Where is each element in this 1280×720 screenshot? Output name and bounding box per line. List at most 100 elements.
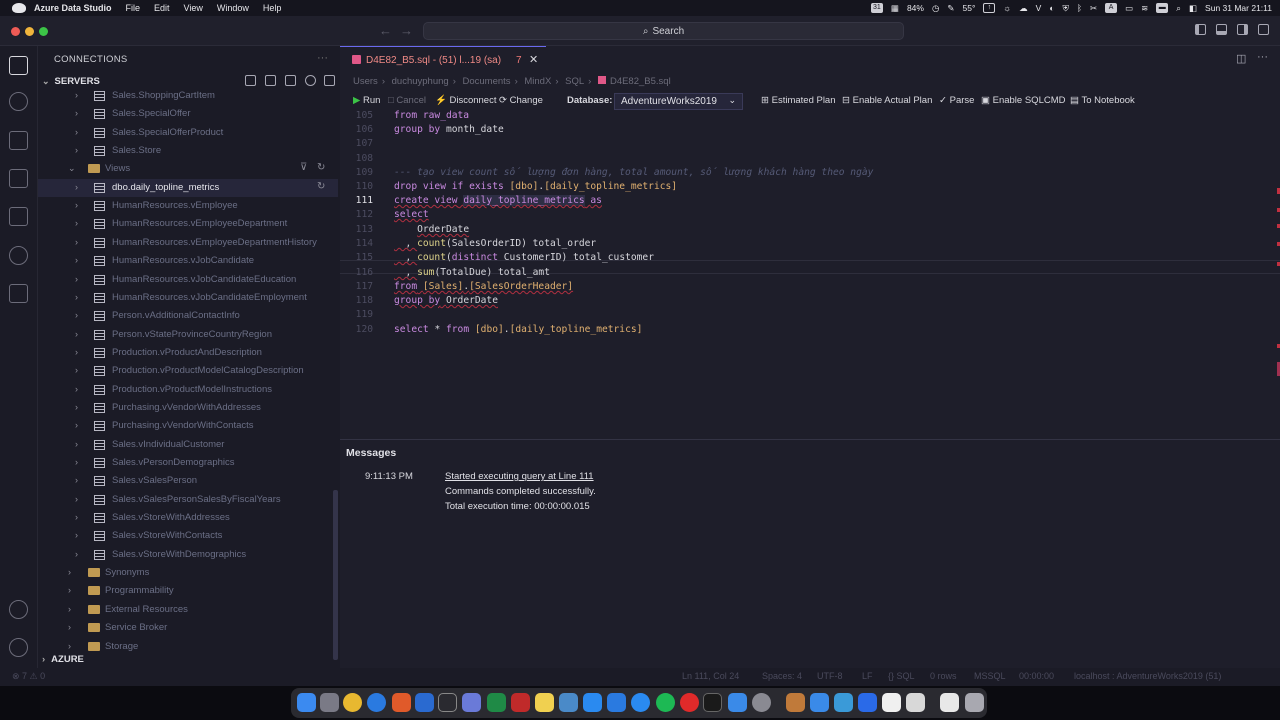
breadcrumb-item[interactable]: D4E82_B5.sql xyxy=(610,76,671,87)
apple-icon[interactable] xyxy=(12,3,26,13)
chevron-right-icon[interactable]: › xyxy=(75,494,78,504)
toggle-sidebar-icon[interactable] xyxy=(1195,24,1206,35)
enable-sqlcmd-button[interactable]: ▣ Enable SQLCMD xyxy=(981,95,1066,106)
filter-icon[interactable]: ⊽ xyxy=(300,162,307,173)
chevron-right-icon[interactable]: › xyxy=(75,530,78,540)
chevron-right-icon[interactable]: › xyxy=(75,90,78,100)
cancel-button[interactable]: □ Cancel xyxy=(388,95,426,106)
tree-item-view[interactable]: › Sales.vStoreWithDemographics xyxy=(38,546,338,564)
search-icon[interactable]: ⌕ xyxy=(1176,3,1181,14)
tree-item-view[interactable]: › HumanResources.vEmployeeDepartment xyxy=(38,215,338,233)
tree-item-view[interactable]: › HumanResources.vJobCandidateEmployment xyxy=(38,289,338,307)
azure-section-header[interactable]: › AZURE xyxy=(42,654,84,665)
excel-icon[interactable] xyxy=(487,693,506,712)
tree-item-folder[interactable]: › External Resources xyxy=(38,601,338,619)
cursor-position[interactable]: Ln 111, Col 24 xyxy=(682,671,739,681)
translate-icon[interactable] xyxy=(728,693,747,712)
menu-file[interactable]: File xyxy=(126,3,141,13)
tree-item-views-folder[interactable]: ⌄ Views ⊽ ↻ xyxy=(38,160,338,178)
chevron-right-icon[interactable]: › xyxy=(75,402,78,412)
editor-more-icon[interactable]: ··· xyxy=(1257,51,1268,63)
command-search[interactable]: ⌕ Search xyxy=(423,22,904,40)
breadcrumb-item[interactable]: Users xyxy=(353,76,378,87)
new-query-icon[interactable] xyxy=(265,75,276,86)
enable-actual-plan-button[interactable]: ⊟ Enable Actual Plan xyxy=(842,95,932,106)
estimated-plan-button[interactable]: ⊞ Estimated Plan xyxy=(761,95,836,106)
chevron-right-icon[interactable]: › xyxy=(75,329,78,339)
sidebar-scrollbar[interactable] xyxy=(333,490,338,660)
chrome-icon[interactable] xyxy=(343,693,362,712)
editor-tab[interactable]: D4E82_B5.sql - (51) l...19 (sa) 7 ✕ xyxy=(340,46,546,72)
pen-icon[interactable]: ✎ xyxy=(947,3,954,14)
chevron-right-icon[interactable]: › xyxy=(75,365,78,375)
explorer-icon[interactable] xyxy=(9,207,28,226)
chevron-right-icon[interactable]: › xyxy=(75,108,78,118)
indentation[interactable]: Spaces: 4 xyxy=(762,671,802,681)
vpn-icon[interactable]: V xyxy=(1036,3,1042,13)
back-arrow-icon[interactable]: ← xyxy=(379,23,392,38)
chevron-right-icon[interactable]: › xyxy=(75,310,78,320)
tree-item-folder[interactable]: › Service Broker xyxy=(38,619,338,637)
data-studio-icon[interactable] xyxy=(462,693,481,712)
tree-item-folder[interactable]: › Synonyms xyxy=(38,564,338,582)
chevron-right-icon[interactable]: › xyxy=(68,641,71,651)
tree-item-view[interactable]: › Sales.vStoreWithContacts xyxy=(38,527,338,545)
close-window-button[interactable] xyxy=(11,27,20,36)
zoom-icon[interactable] xyxy=(858,693,877,712)
tree-item-view[interactable]: › Person.vStateProvinceCountryRegion xyxy=(38,326,338,344)
keyboard-a-icon[interactable]: A xyxy=(1105,3,1118,13)
more-actions-icon[interactable]: ··· xyxy=(317,52,328,64)
server-group-icon[interactable] xyxy=(305,75,316,86)
cast-icon[interactable]: ▭ xyxy=(1125,3,1133,14)
shield-icon[interactable]: ⛨ xyxy=(1062,3,1068,14)
connections-icon[interactable] xyxy=(9,56,28,75)
tree-item-view[interactable]: › Production.vProductModelInstructions xyxy=(38,381,338,399)
brave-icon[interactable] xyxy=(392,693,411,712)
code-editor[interactable]: 105 106 107 108 109 110 111 112 113 114 115 116 117 1… xyxy=(340,110,1280,438)
run-button[interactable]: ▶ Run xyxy=(353,95,380,106)
tree-item-view[interactable]: › Sales.vStoreWithAddresses xyxy=(38,509,338,527)
parse-button[interactable]: ✓ Parse xyxy=(939,95,974,106)
chevron-right-icon[interactable]: › xyxy=(68,604,71,614)
menubar-datetime[interactable]: Sun 31 Mar 21:11 xyxy=(1205,3,1272,13)
control-center-icon[interactable]: ◧ xyxy=(1189,3,1197,14)
tree-item-view[interactable]: › HumanResources.vJobCandidateEducation xyxy=(38,271,338,289)
vscode-icon[interactable] xyxy=(415,693,434,712)
new-notebook-icon[interactable] xyxy=(285,75,296,86)
connection-info[interactable]: localhost : AdventureWorks2019 (51) xyxy=(1074,671,1221,681)
problems-count[interactable]: ⊗ 7 ⚠ 0 xyxy=(12,671,45,682)
breadcrumb-item[interactable]: MindX xyxy=(524,76,551,87)
tree-item-table[interactable]: › Sales.Store xyxy=(38,142,338,160)
docker-icon[interactable] xyxy=(810,693,829,712)
menu-window[interactable]: Window xyxy=(217,3,249,13)
cloud-icon[interactable]: ☁ xyxy=(1019,3,1028,14)
refresh-icon[interactable]: ↻ xyxy=(317,181,325,192)
calendar-icon[interactable]: 31 xyxy=(870,3,883,13)
app-menu[interactable]: Azure Data Studio xyxy=(34,3,112,13)
menu-edit[interactable]: Edit xyxy=(154,3,170,13)
tree-item-view[interactable]: › Sales.vSalesPersonSalesByFiscalYears xyxy=(38,491,338,509)
notes-icon[interactable] xyxy=(535,693,554,712)
chevron-right-icon[interactable]: › xyxy=(75,145,78,155)
app-icon[interactable] xyxy=(786,693,805,712)
chevron-right-icon[interactable]: › xyxy=(75,420,78,430)
tree-item-table[interactable]: › Sales.ShoppingCartItem xyxy=(38,87,338,105)
spotify-icon[interactable] xyxy=(656,693,675,712)
chevron-right-icon[interactable]: › xyxy=(75,347,78,357)
tree-item-view[interactable]: › HumanResources.vEmployeeDepartmentHisto… xyxy=(38,234,338,252)
bluetooth-icon[interactable]: ᛒ xyxy=(1077,3,1082,13)
chevron-right-icon[interactable]: › xyxy=(75,512,78,522)
breadcrumb-item[interactable]: SQL xyxy=(565,76,584,87)
disconnect-button[interactable]: ⚡ Disconnect xyxy=(435,95,496,106)
tool-icon[interactable]: ✂ xyxy=(1090,3,1097,14)
zalo-icon[interactable] xyxy=(631,693,650,712)
chevron-right-icon[interactable]: › xyxy=(75,475,78,485)
chevron-right-icon[interactable]: › xyxy=(75,200,78,210)
chevron-right-icon[interactable]: › xyxy=(75,549,78,559)
chevron-right-icon[interactable]: › xyxy=(75,274,78,284)
extensions-icon[interactable] xyxy=(9,284,28,303)
text-editor-icon[interactable] xyxy=(882,693,901,712)
wifi-icon[interactable]: ≋ xyxy=(1141,3,1148,14)
language-mode[interactable]: {} SQL xyxy=(888,671,915,681)
servers-section-header[interactable]: ⌄ SERVERS xyxy=(42,76,100,87)
